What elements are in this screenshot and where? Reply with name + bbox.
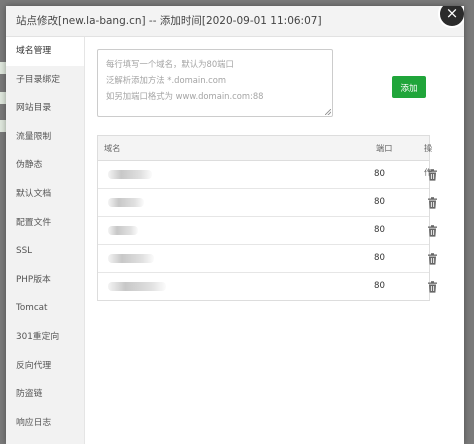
sidebar-item-domain-management[interactable]: 域名管理 xyxy=(6,37,84,66)
port-value: 80 xyxy=(374,197,385,207)
site-edit-dialog: 站点修改[new.la-bang.cn] -- 添加时间[2020-09-01 … xyxy=(6,6,464,444)
table-row: 80 xyxy=(98,161,437,189)
table-row: 80 xyxy=(98,273,437,300)
trash-icon[interactable] xyxy=(427,197,438,209)
placeholder-line: 每行填写一个域名，默认为80端口 xyxy=(106,59,234,69)
port-value: 80 xyxy=(374,225,385,235)
table-row: 80 xyxy=(98,245,437,273)
dialog-title: 站点修改[new.la-bang.cn] -- 添加时间[2020-09-01 … xyxy=(6,6,464,37)
sidebar-item-301-redirect[interactable]: 301重定向 xyxy=(6,323,84,352)
domain-table: 域名 端口 操作 80 80 80 80 80 xyxy=(97,135,437,301)
sidebar-item-subdirectory-binding[interactable]: 子目录绑定 xyxy=(6,66,84,95)
header-port: 端口 xyxy=(376,143,393,153)
domain-management-panel: 每行填写一个域名，默认为80端口 泛解析添加方法 *.domain.com 如另… xyxy=(85,37,464,444)
sidebar-item-reverse-proxy[interactable]: 反向代理 xyxy=(6,352,84,381)
trash-icon[interactable] xyxy=(427,225,438,237)
domain-textarea[interactable]: 每行填写一个域名，默认为80端口 泛解析添加方法 *.domain.com 如另… xyxy=(97,49,333,117)
sidebar-item-ssl[interactable]: SSL xyxy=(6,237,84,266)
trash-icon[interactable] xyxy=(427,253,438,265)
header-domain: 域名 xyxy=(104,143,121,153)
trash-icon[interactable] xyxy=(427,281,438,293)
blurred-domain-name xyxy=(108,282,166,291)
sidebar-item-site-directory[interactable]: 网站目录 xyxy=(6,94,84,123)
settings-sidebar: 域名管理 子目录绑定 网站目录 流量限制 伪静态 默认文档 配置文件 SSL P… xyxy=(6,37,85,444)
sidebar-item-default-document[interactable]: 默认文档 xyxy=(6,180,84,209)
add-domain-button[interactable]: 添加 xyxy=(392,76,426,98)
table-header: 域名 端口 操作 xyxy=(98,136,432,177)
sidebar-item-hotlink-protection[interactable]: 防盗链 xyxy=(6,380,84,409)
placeholder-line: 如另加端口格式为 www.domain.com:88 xyxy=(106,91,264,101)
sidebar-item-url-rewrite[interactable]: 伪静态 xyxy=(6,151,84,180)
trash-icon[interactable] xyxy=(427,169,438,181)
blurred-domain-name xyxy=(108,226,138,235)
table-row: 80 xyxy=(98,217,437,245)
sidebar-item-config-file[interactable]: 配置文件 xyxy=(6,209,84,238)
sidebar-item-traffic-limit[interactable]: 流量限制 xyxy=(6,123,84,152)
sidebar-item-php-version[interactable]: PHP版本 xyxy=(6,266,84,295)
port-value: 80 xyxy=(374,169,385,179)
blurred-domain-name xyxy=(108,198,144,207)
table-row: 80 xyxy=(98,189,437,217)
resize-grip-icon[interactable] xyxy=(325,109,331,115)
port-value: 80 xyxy=(374,253,385,263)
port-value: 80 xyxy=(374,281,385,291)
sidebar-item-response-log[interactable]: 响应日志 xyxy=(6,409,84,438)
blurred-domain-name xyxy=(108,170,152,179)
sidebar-item-tomcat[interactable]: Tomcat xyxy=(6,294,84,323)
placeholder-line: 泛解析添加方法 *.domain.com xyxy=(106,75,227,85)
blurred-domain-name xyxy=(108,254,154,263)
